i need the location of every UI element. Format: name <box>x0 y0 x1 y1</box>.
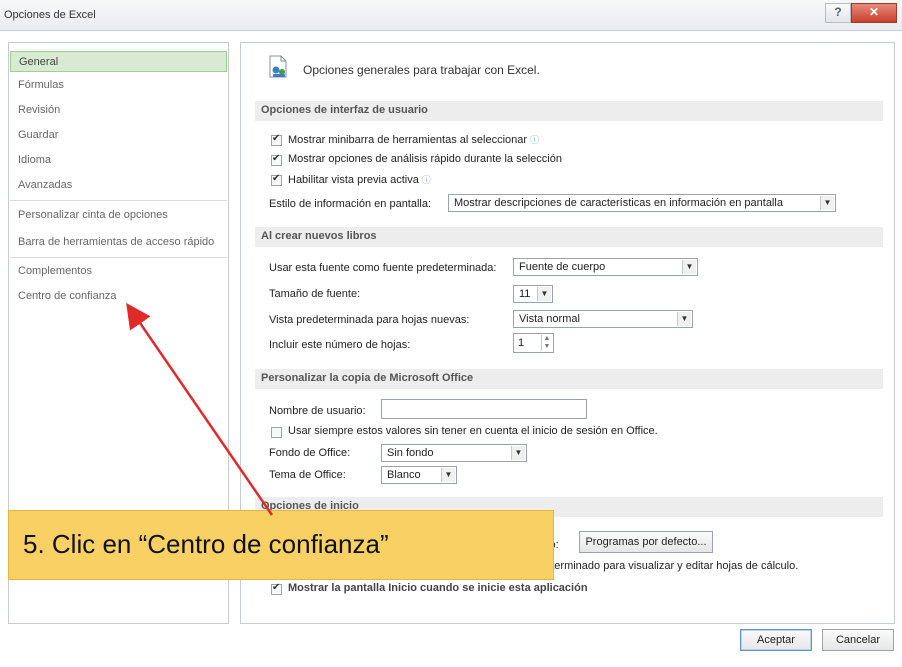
dropdown-arrow-icon: ▼ <box>682 260 696 274</box>
help-button[interactable]: ? <box>825 3 851 23</box>
office-theme-value: Blanco <box>387 469 421 481</box>
sidebar-divider <box>10 200 227 201</box>
default-font-label: Usar esta fuente como fuente predetermin… <box>269 262 497 274</box>
username-input[interactable] <box>381 399 587 419</box>
sidebar-item-general[interactable]: General <box>10 51 227 72</box>
minibar-checkbox[interactable] <box>271 133 282 146</box>
default-view-value: Vista normal <box>519 313 580 325</box>
tutorial-banner: 5. Clic en “Centro de confianza” <box>8 510 554 580</box>
cancel-button[interactable]: Cancelar <box>822 629 894 651</box>
dropdown-arrow-icon: ▼ <box>677 312 691 326</box>
always-use-checkbox[interactable] <box>271 427 282 438</box>
default-view-label: Vista predeterminada para hojas nuevas: <box>269 314 470 326</box>
sidebar-item-idioma[interactable]: Idioma <box>10 150 227 171</box>
page-heading: Opciones generales para trabajar con Exc… <box>303 63 540 77</box>
office-theme-label: Tema de Office: <box>269 469 346 481</box>
dropdown-arrow-icon: ▼ <box>537 287 551 301</box>
sidebar-divider <box>10 257 227 258</box>
sidebar-item-personalizar-cinta[interactable]: Personalizar cinta de opciones <box>10 205 227 226</box>
username-label: Nombre de usuario: <box>269 405 366 417</box>
section-ui-options: Opciones de interfaz de usuario <box>255 101 883 121</box>
font-size-label: Tamaño de fuente: <box>269 288 361 300</box>
screentip-label: Estilo de información en pantalla: <box>269 198 432 210</box>
office-background-value: Sin fondo <box>387 447 434 459</box>
sidebar-item-formulas[interactable]: Fórmulas <box>10 75 227 96</box>
default-font-select[interactable]: Fuente de cuerpo ▼ <box>513 258 698 276</box>
help-icon: ? <box>834 5 842 19</box>
live-preview-label: Habilitar vista previa activa <box>288 174 419 186</box>
dropdown-arrow-icon: ▼ <box>441 468 455 482</box>
default-font-value: Fuente de cuerpo <box>519 261 606 273</box>
dropdown-arrow-icon: ▼ <box>820 196 834 210</box>
dropdown-arrow-icon: ▼ <box>511 446 525 460</box>
sidebar-item-avanzadas[interactable]: Avanzadas <box>10 175 227 196</box>
info-icon: ⓘ <box>421 175 431 185</box>
general-options-icon <box>269 55 287 78</box>
tutorial-banner-text: 5. Clic en “Centro de confianza” <box>23 529 389 559</box>
show-start-checkbox[interactable] <box>271 582 282 595</box>
sidebar-item-revision[interactable]: Revisión <box>10 100 227 121</box>
sidebar-item-barra-acceso-rapido[interactable]: Barra de herramientas de acceso rápido <box>10 232 227 253</box>
title-bar: Opciones de Excel ? ✕ <box>0 0 902 31</box>
default-programs-button[interactable]: Programas por defecto... <box>579 531 713 553</box>
office-background-select[interactable]: Sin fondo ▼ <box>381 444 527 462</box>
window-title: Opciones de Excel <box>4 9 96 21</box>
sheet-count-value: 1 <box>518 337 525 349</box>
default-view-select[interactable]: Vista normal ▼ <box>513 310 693 328</box>
close-button[interactable]: ✕ <box>851 3 897 23</box>
sidebar-item-guardar[interactable]: Guardar <box>10 125 227 146</box>
section-new-workbooks: Al crear nuevos libros <box>255 227 883 247</box>
font-size-select[interactable]: 11 ▼ <box>513 285 553 303</box>
screentip-value: Mostrar descripciones de características… <box>454 197 783 209</box>
sheet-count-label: Incluir este número de hojas: <box>269 339 411 351</box>
show-start-label: Mostrar la pantalla Inicio cuando se ini… <box>288 582 588 594</box>
info-icon: ⓘ <box>530 135 540 145</box>
always-use-label: Usar siempre estos valores sin tener en … <box>288 425 658 437</box>
spinner-icon[interactable]: ▲ ▼ <box>541 335 552 351</box>
screentip-select[interactable]: Mostrar descripciones de características… <box>448 194 836 212</box>
sheet-count-input[interactable]: 1 ▲ ▼ <box>513 333 554 353</box>
close-icon: ✕ <box>868 5 880 19</box>
quick-analysis-label: Mostrar opciones de análisis rápido dura… <box>288 153 562 165</box>
minibar-label: Mostrar minibarra de herramientas al sel… <box>288 134 528 146</box>
sidebar-item-centro-de-confianza[interactable]: Centro de confianza <box>10 286 227 307</box>
font-size-value: 11 <box>519 288 531 300</box>
office-background-label: Fondo de Office: <box>269 447 351 459</box>
quick-analysis-checkbox[interactable] <box>271 153 282 166</box>
ok-button[interactable]: Aceptar <box>740 629 812 651</box>
section-personalize: Personalizar la copia de Microsoft Offic… <box>255 369 883 389</box>
live-preview-checkbox[interactable] <box>271 173 282 186</box>
sidebar-item-complementos[interactable]: Complementos <box>10 261 227 282</box>
office-theme-select[interactable]: Blanco ▼ <box>381 466 457 484</box>
default-viewer-label: determinado para visualizar y editar hoj… <box>539 560 799 572</box>
